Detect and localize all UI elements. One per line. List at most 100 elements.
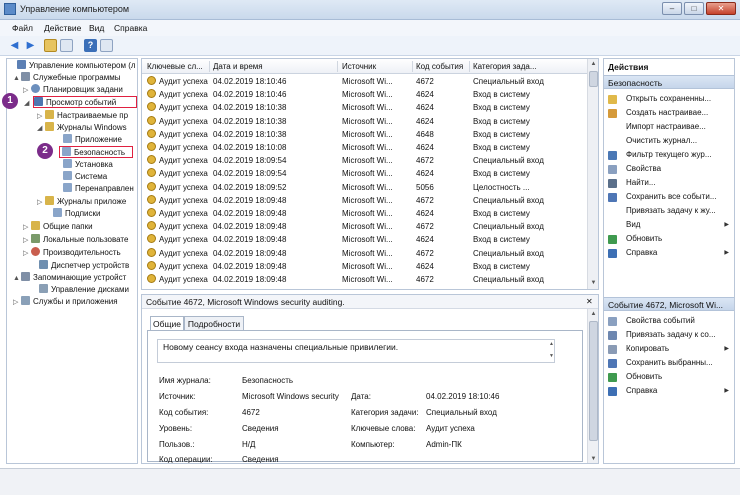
table-row[interactable]: Аудит успеха 04.02.2019 18:10:46 Microsoft… bbox=[142, 88, 588, 101]
menu-action[interactable]: Действие bbox=[44, 23, 81, 33]
up-folder-icon[interactable] bbox=[44, 39, 57, 52]
tree-item-system-tools[interactable]: ▲ Служебные программы bbox=[13, 72, 120, 84]
detail-close-icon[interactable]: ✕ bbox=[586, 297, 593, 306]
action-item[interactable]: Обновить bbox=[604, 232, 734, 246]
forward-arrow-icon[interactable]: ▶ bbox=[24, 39, 37, 52]
tree-item-disk-management[interactable]: Управление дисками bbox=[31, 284, 129, 296]
column-header-task-category[interactable]: Категория зада... bbox=[473, 62, 537, 71]
action-label: Сохранить все событи... bbox=[626, 192, 717, 201]
submenu-arrow-icon: ▶ bbox=[724, 346, 729, 352]
action-item[interactable]: Импорт настраивае... bbox=[604, 120, 734, 134]
action-label: Справка bbox=[626, 386, 658, 395]
table-row[interactable]: Аудит успеха 04.02.2019 18:09:48 Microsoft… bbox=[142, 194, 588, 207]
table-row[interactable]: Аудит успеха 04.02.2019 18:09:52 Microsoft… bbox=[142, 181, 588, 194]
close-button[interactable]: ✕ bbox=[706, 2, 736, 15]
actions-section-security[interactable]: Безопасность bbox=[604, 75, 734, 89]
row-event-id: 4624 bbox=[416, 90, 434, 100]
action-item[interactable]: Открыть сохраненны... bbox=[604, 92, 734, 106]
detail-scrollbar[interactable]: ▲ ▼ bbox=[587, 309, 598, 463]
tab-general[interactable]: Общие bbox=[150, 316, 184, 331]
events-scrollbar[interactable]: ▲ ▼ bbox=[587, 59, 598, 289]
action-item[interactable]: Справка ▶ bbox=[604, 246, 734, 260]
minimize-button[interactable]: – bbox=[662, 2, 682, 15]
action-item[interactable]: Свойства событий bbox=[604, 314, 734, 328]
action-item[interactable]: Сохранить все событи... bbox=[604, 190, 734, 204]
scroll-thumb[interactable] bbox=[589, 321, 598, 441]
help-icon[interactable]: ? bbox=[84, 39, 97, 52]
action-item[interactable]: Вид ▶ bbox=[604, 218, 734, 232]
action-item[interactable]: Найти... bbox=[604, 176, 734, 190]
column-header-source[interactable]: Источник bbox=[342, 62, 376, 71]
row-source: Microsoft Wi... bbox=[342, 195, 393, 205]
table-row[interactable]: Аудит успеха 04.02.2019 18:10:38 Microsoft… bbox=[142, 115, 588, 128]
event-message[interactable]: Новому сеансу входа назначены специальны… bbox=[157, 339, 555, 363]
row-datetime: 04.02.2019 18:10:38 bbox=[213, 116, 287, 126]
action-item[interactable]: Обновить bbox=[604, 370, 734, 384]
action-item[interactable]: Очистить журнал... bbox=[604, 134, 734, 148]
row-task-category: Вход в систему bbox=[473, 103, 530, 113]
tree-item-custom-views[interactable]: ▷ Настраиваемые пр bbox=[37, 110, 128, 122]
tree-item-event-viewer[interactable]: ◢ Просмотр событий bbox=[24, 96, 137, 108]
tree-item-windows-logs[interactable]: ◢ Журналы Windows bbox=[37, 122, 127, 134]
table-row[interactable]: Аудит успеха 04.02.2019 18:09:48 Microsoft… bbox=[142, 207, 588, 220]
column-header-event-id[interactable]: Код события bbox=[416, 62, 463, 71]
properties-icon[interactable] bbox=[100, 39, 113, 52]
tree-item-setup[interactable]: Установка bbox=[55, 159, 113, 171]
maximize-button[interactable]: □ bbox=[684, 2, 704, 15]
table-row[interactable]: Аудит успеха 04.02.2019 18:09:48 Microsoft… bbox=[142, 233, 588, 246]
scroll-up-icon[interactable]: ▲ bbox=[589, 60, 598, 69]
table-row[interactable]: Аудит успеха 04.02.2019 18:09:48 Microsoft… bbox=[142, 273, 588, 286]
scroll-up-icon[interactable]: ▲ bbox=[589, 310, 598, 319]
action-item[interactable]: Привязать задачу к жу... bbox=[604, 204, 734, 218]
action-item[interactable]: Создать настраивае... bbox=[604, 106, 734, 120]
table-row[interactable]: Аудит успеха 04.02.2019 18:09:54 Microsoft… bbox=[142, 167, 588, 180]
table-row[interactable]: Аудит успеха 04.02.2019 18:10:38 Microsoft… bbox=[142, 128, 588, 141]
table-row[interactable]: Аудит успеха 04.02.2019 18:10:46 Microsoft… bbox=[142, 75, 588, 88]
row-source: Microsoft Wi... bbox=[342, 248, 393, 258]
tree-item-performance[interactable]: ▷ Производительность bbox=[23, 247, 121, 259]
action-label: Привязать задачу к со... bbox=[626, 330, 716, 339]
action-item[interactable]: Свойства bbox=[604, 162, 734, 176]
action-item[interactable]: Фильтр текущего жур... bbox=[604, 148, 734, 162]
menu-help[interactable]: Справка bbox=[114, 23, 147, 33]
table-row[interactable]: Аудит успеха 04.02.2019 18:09:54 Microsoft… bbox=[142, 154, 588, 167]
table-row[interactable]: Аудит успеха 04.02.2019 18:10:08 Microsoft… bbox=[142, 141, 588, 154]
table-row[interactable]: Аудит успеха 04.02.2019 18:09:48 Microsoft… bbox=[142, 260, 588, 273]
message-scroll-up-icon[interactable]: ▲ bbox=[549, 341, 554, 347]
tree-item-subscriptions[interactable]: Подписки bbox=[45, 208, 100, 220]
column-header-datetime[interactable]: Дата и время bbox=[213, 62, 263, 71]
tree-item-device-manager[interactable]: Диспетчер устройств bbox=[31, 260, 129, 272]
scroll-down-icon[interactable]: ▼ bbox=[589, 279, 598, 288]
tree-item-security[interactable]: Безопасность bbox=[59, 146, 133, 158]
message-scroll-down-icon[interactable]: ▼ bbox=[549, 353, 554, 359]
table-row[interactable]: Аудит успеха 04.02.2019 18:09:48 Microsoft… bbox=[142, 220, 588, 233]
table-row[interactable]: Аудит успеха 04.02.2019 18:10:38 Microsoft… bbox=[142, 101, 588, 114]
column-header-keywords[interactable]: Ключевые сл... bbox=[147, 62, 203, 71]
back-arrow-icon[interactable]: ◀ bbox=[8, 39, 21, 52]
menu-file[interactable]: Файл bbox=[12, 23, 33, 33]
scroll-down-icon[interactable]: ▼ bbox=[589, 455, 598, 463]
action-item[interactable]: Привязать задачу к со... bbox=[604, 328, 734, 342]
tree-item-app-logs[interactable]: ▷ Журналы приложе bbox=[37, 196, 126, 208]
tree-item-local-users[interactable]: ▷ Локальные пользовате bbox=[23, 234, 128, 246]
tree-item-system[interactable]: Система bbox=[55, 171, 107, 183]
tree-item-forwarded-events[interactable]: Перенаправлен bbox=[55, 183, 134, 195]
action-item[interactable]: Справка ▶ bbox=[604, 384, 734, 398]
row-event-id: 4648 bbox=[416, 129, 434, 139]
action-label: Привязать задачу к жу... bbox=[626, 206, 716, 215]
tab-details[interactable]: Подробности bbox=[184, 316, 244, 331]
tree-item-services-apps[interactable]: ▷ Службы и приложения bbox=[13, 296, 118, 308]
action-item[interactable]: Копировать ▶ bbox=[604, 342, 734, 356]
tree-item-task-scheduler[interactable]: ▷ Планировщик задани bbox=[23, 84, 123, 96]
tree-item-storage[interactable]: ▲ Запоминающие устройст bbox=[13, 272, 126, 284]
menu-view[interactable]: Вид bbox=[89, 23, 104, 33]
show-hide-tree-icon[interactable] bbox=[60, 39, 73, 52]
scroll-thumb[interactable] bbox=[589, 71, 598, 87]
tree-item-application[interactable]: Приложение bbox=[55, 134, 122, 146]
row-keywords: Аудит успеха bbox=[147, 181, 208, 194]
actions-section-event[interactable]: Событие 4672, Microsoft Wi... bbox=[604, 297, 734, 311]
table-row[interactable]: Аудит успеха 04.02.2019 18:09:48 Microsoft… bbox=[142, 247, 588, 260]
tree-item-shared-folders[interactable]: ▷ Общие папки bbox=[23, 221, 93, 233]
action-item[interactable]: Сохранить выбранны... bbox=[604, 356, 734, 370]
tree-item-computer-management[interactable]: Управление компьютером (л bbox=[9, 60, 136, 72]
